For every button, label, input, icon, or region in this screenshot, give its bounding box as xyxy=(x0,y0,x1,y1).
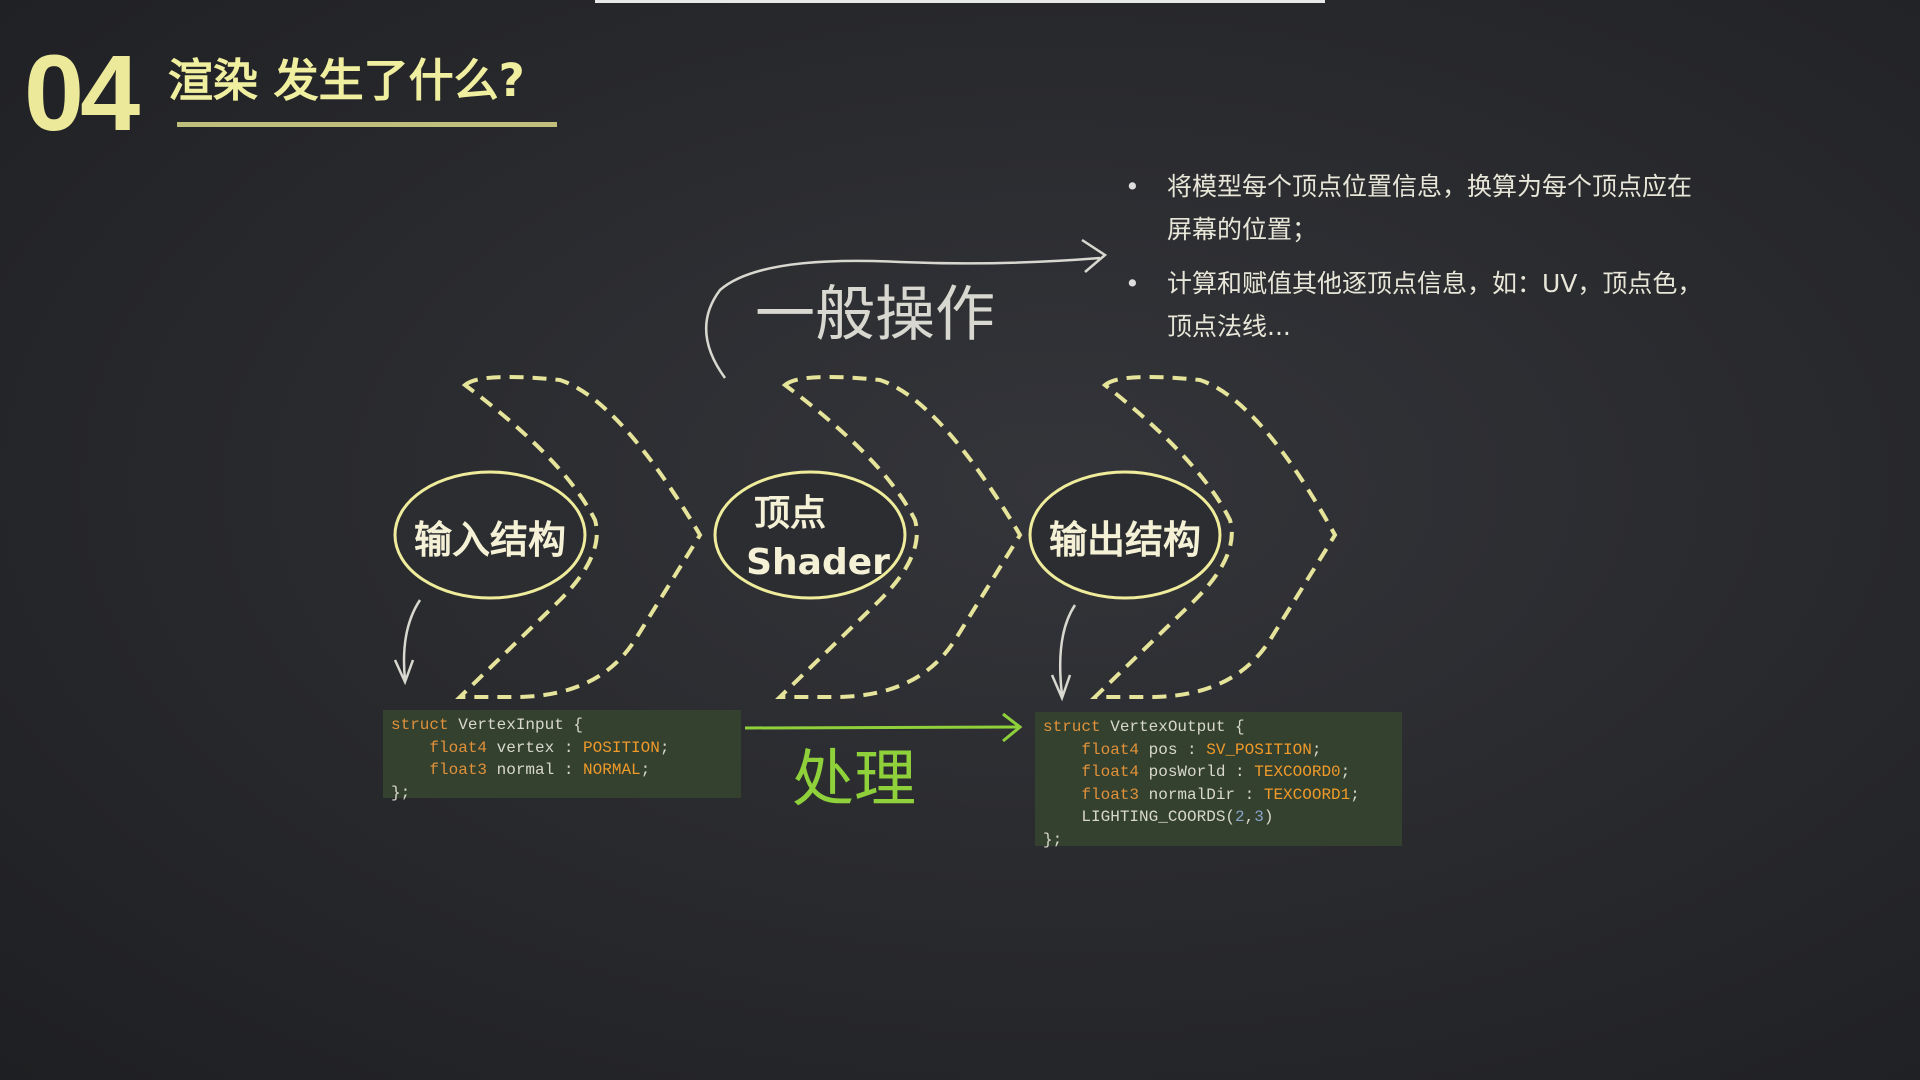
pipeline-diagram: 输入结构 顶点 Shader 输出结构 一般操作 处理 xyxy=(393,238,1338,815)
vertex-input-code: struct VertexInput { float4 vertex : POS… xyxy=(383,710,741,802)
stage-label-output: 输出结构 xyxy=(1049,518,1201,562)
general-annotation: 一般操作 xyxy=(755,280,995,350)
process-annotation: 处理 xyxy=(792,742,916,815)
vertex-output-code: struct VertexOutput { float4 pos : SV_PO… xyxy=(1035,712,1402,849)
stage-label-shader: Shader xyxy=(746,542,890,583)
stage-label-vertex: 顶点 xyxy=(754,493,826,534)
down-arrow-left xyxy=(393,599,422,686)
stage-label-input: 输入结构 xyxy=(414,518,566,562)
down-arrow-right xyxy=(1050,604,1077,702)
process-arrow xyxy=(744,712,1023,743)
